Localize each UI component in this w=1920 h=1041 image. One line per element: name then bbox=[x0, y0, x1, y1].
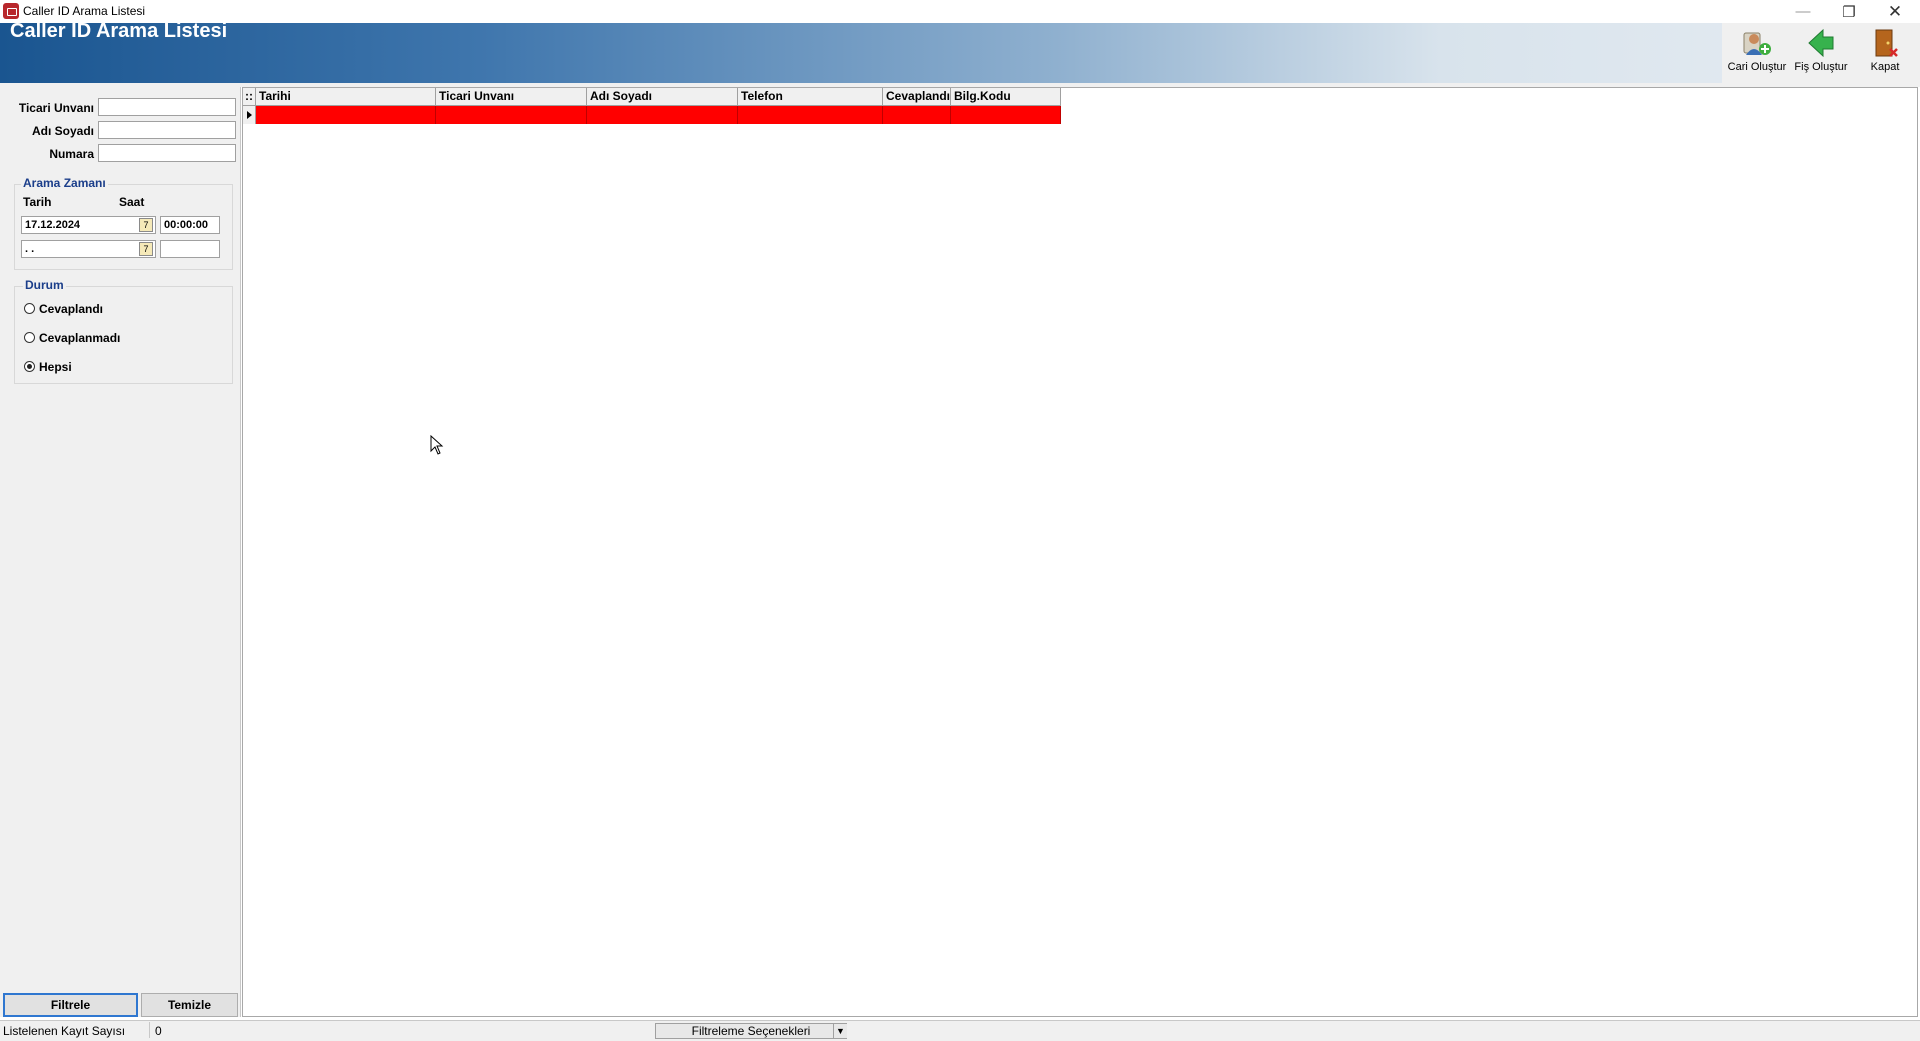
status-divider bbox=[149, 1022, 150, 1038]
call-list-grid[interactable] bbox=[242, 87, 1918, 1017]
ticari-unvani-input[interactable] bbox=[98, 98, 236, 116]
calendar-icon[interactable]: 7 bbox=[139, 242, 153, 256]
header-banner bbox=[0, 23, 1920, 83]
column-header-tarihi[interactable]: Tarihi bbox=[256, 88, 436, 106]
mouse-cursor-icon bbox=[430, 435, 444, 455]
hepsi-radio[interactable] bbox=[24, 361, 35, 372]
grid-indicator-header: :: bbox=[243, 88, 256, 106]
start-date-input[interactable]: 17.12.2024 bbox=[21, 216, 156, 234]
table-row-cell-adi-soyadi[interactable] bbox=[587, 106, 738, 124]
calendar-icon[interactable]: 7 bbox=[139, 218, 153, 232]
durum-title: Durum bbox=[23, 278, 66, 292]
kapat-label: Kapat bbox=[1870, 61, 1900, 73]
numara-label: Numara bbox=[49, 147, 94, 161]
cevaplandi-radio[interactable] bbox=[24, 303, 35, 314]
ticari-unvani-label: Ticari Unvanı bbox=[18, 101, 94, 115]
window-title: Caller ID Arama Listesi bbox=[23, 4, 146, 18]
adi-soyadi-label: Adı Soyadı bbox=[31, 124, 94, 138]
saat-label: Saat bbox=[119, 195, 145, 209]
column-header-telefon[interactable]: Telefon bbox=[738, 88, 883, 106]
app-icon bbox=[3, 3, 19, 19]
dropdown-arrow-icon[interactable]: ▼ bbox=[833, 1024, 847, 1038]
end-date-input[interactable]: . . bbox=[21, 240, 156, 258]
filter-options-dropdown[interactable]: Filtreleme Seçenekleri bbox=[655, 1023, 847, 1039]
cevaplandi-label[interactable]: Cevaplandı bbox=[39, 302, 103, 316]
temizle-button[interactable]: Temizle bbox=[141, 993, 238, 1017]
arama-zamani-title: Arama Zamanı bbox=[21, 176, 108, 190]
row-indicator[interactable] bbox=[243, 106, 256, 124]
restore-button[interactable]: ❐ bbox=[1826, 0, 1872, 23]
page-title: Caller ID Arama Listesi bbox=[10, 20, 228, 42]
minimize-button[interactable]: — bbox=[1780, 0, 1826, 23]
column-header-ticari-unvani[interactable]: Ticari Unvanı bbox=[436, 88, 587, 106]
cevaplanmadi-radio[interactable] bbox=[24, 332, 35, 343]
status-bar bbox=[0, 1020, 1920, 1041]
start-time-input[interactable]: 00:00:00 bbox=[160, 216, 220, 234]
row-pointer-icon bbox=[247, 111, 252, 119]
table-row-cell-bilg-kodu[interactable] bbox=[951, 106, 1061, 124]
numara-input[interactable] bbox=[98, 144, 236, 162]
cari-olustur-label: Cari Oluştur bbox=[1727, 61, 1787, 73]
kapat-button[interactable]: Kapat bbox=[1855, 27, 1915, 79]
filtrele-button[interactable]: Filtrele bbox=[3, 993, 138, 1017]
record-count-label: Listelenen Kayıt Sayısı bbox=[3, 1024, 126, 1038]
fis-olustur-label: Fiş Oluştur bbox=[1794, 61, 1848, 73]
table-row-cell-telefon[interactable] bbox=[738, 106, 883, 124]
table-row-cell-ticari-unvani[interactable] bbox=[436, 106, 587, 124]
table-row-cell-cevaplandi[interactable] bbox=[883, 106, 951, 124]
column-header-cevaplandi[interactable]: Cevaplandı bbox=[883, 88, 951, 106]
fis-olustur-button[interactable]: Fiş Oluştur bbox=[1790, 27, 1852, 79]
record-count-value: 0 bbox=[155, 1024, 162, 1038]
close-button[interactable]: ✕ bbox=[1872, 0, 1918, 23]
cevaplanmadi-label[interactable]: Cevaplanmadı bbox=[39, 331, 120, 345]
user-add-icon bbox=[1741, 27, 1773, 59]
hepsi-label[interactable]: Hepsi bbox=[39, 360, 72, 374]
table-row-cell-tarihi[interactable] bbox=[256, 106, 436, 124]
tarih-label: Tarih bbox=[23, 195, 52, 209]
end-time-input[interactable] bbox=[160, 240, 220, 258]
adi-soyadi-input[interactable] bbox=[98, 121, 236, 139]
cari-olustur-button[interactable]: Cari Oluştur bbox=[1724, 27, 1790, 79]
back-arrow-icon bbox=[1805, 27, 1837, 59]
title-bar bbox=[0, 0, 1920, 23]
column-header-adi-soyadi[interactable]: Adı Soyadı bbox=[587, 88, 738, 106]
exit-door-icon bbox=[1869, 27, 1901, 59]
column-header-bilg-kodu[interactable]: Bilg.Kodu bbox=[951, 88, 1061, 106]
